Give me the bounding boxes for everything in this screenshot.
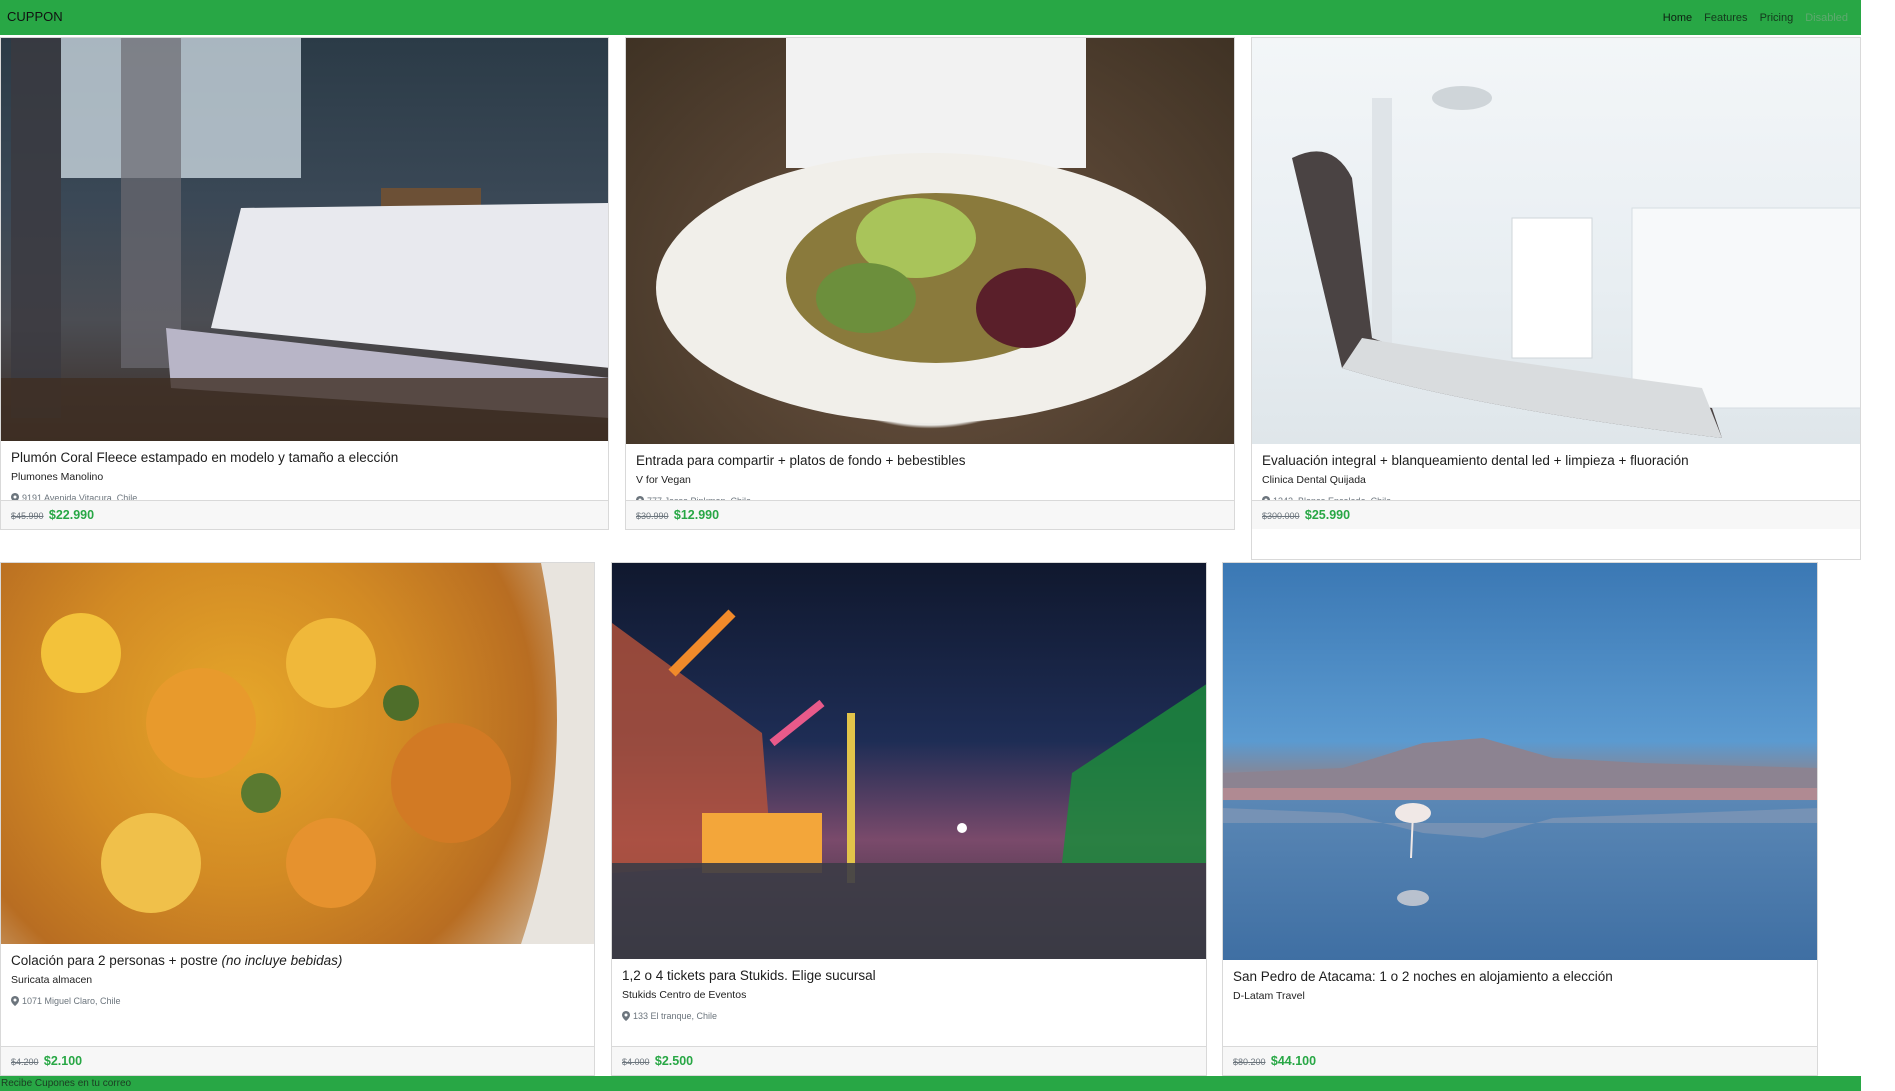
deal-card[interactable]: Evaluación integral + blanqueamiento den…: [1251, 37, 1861, 560]
address: 133 El tranque, Chile: [622, 1011, 1196, 1021]
brand-logo[interactable]: CUPPON: [7, 9, 63, 24]
dental-chair-photo: [1292, 86, 1860, 438]
navbar: CUPPON Home Features Pricing Disabled: [0, 0, 1861, 35]
address-text: 1071 Miguel Claro, Chile: [22, 996, 121, 1006]
card-footer: $4.000 $2.500: [612, 1046, 1206, 1075]
card-body: Entrada para compartir + platos de fondo…: [636, 453, 1224, 506]
deal-image[interactable]: [1223, 563, 1817, 960]
card-footer: $45.990 $22.990: [1, 500, 608, 529]
deal-title[interactable]: San Pedro de Atacama: 1 o 2 noches en al…: [1233, 969, 1807, 985]
nav-home[interactable]: Home: [1663, 12, 1692, 24]
deal-card[interactable]: Entrada para compartir + platos de fondo…: [625, 37, 1235, 530]
new-price: $2.100: [43, 1054, 83, 1068]
new-price: $22.990: [48, 508, 95, 522]
card-body: Evaluación integral + blanqueamiento den…: [1262, 453, 1850, 506]
merchant-name: Plumones Manolino: [11, 471, 104, 483]
old-price: $4.200: [11, 1057, 39, 1067]
card-footer: $30.990 $12.990: [626, 500, 1234, 529]
atacama-flamingo-photo: [1223, 738, 1817, 906]
merchant-name: Stukids Centro de Eventos: [622, 989, 747, 1001]
card-body: San Pedro de Atacama: 1 o 2 noches en al…: [1233, 969, 1807, 1002]
deal-title[interactable]: Evaluación integral + blanqueamiento den…: [1262, 453, 1850, 469]
old-price: $30.990: [636, 511, 669, 521]
new-price: $25.990: [1304, 508, 1351, 522]
nav-disabled: Disabled: [1805, 12, 1848, 24]
deal-card[interactable]: Plumón Coral Fleece estampado en modelo …: [0, 37, 609, 530]
card-body: Colación para 2 personas + postre (no in…: [11, 953, 584, 1006]
bedroom-photo: [1, 38, 608, 441]
new-price: $2.500: [654, 1054, 694, 1068]
card-footer: $80.200 $44.100: [1223, 1046, 1817, 1075]
deal-title[interactable]: 1,2 o 4 tickets para Stukids. Elige sucu…: [622, 968, 1196, 984]
deal-card[interactable]: Colación para 2 personas + postre (no in…: [0, 562, 595, 1076]
deal-title[interactable]: Entrada para compartir + platos de fondo…: [636, 453, 1224, 469]
deal-title-note: (no incluye bebidas): [221, 953, 343, 968]
map-pin-icon: [622, 1011, 630, 1021]
old-price: $80.200: [1233, 1057, 1266, 1067]
deal-image[interactable]: [1, 563, 594, 944]
merchant-name: Suricata almacen: [11, 974, 93, 986]
deal-card[interactable]: 1,2 o 4 tickets para Stukids. Elige sucu…: [611, 562, 1207, 1076]
deal-card[interactable]: San Pedro de Atacama: 1 o 2 noches en al…: [1222, 562, 1818, 1076]
merchant-name: V for Vegan: [636, 474, 691, 486]
old-price: $4.000: [622, 1057, 650, 1067]
deal-title-text: Colación para 2 personas + postre: [11, 953, 218, 968]
map-pin-icon: [11, 996, 19, 1006]
address: 1071 Miguel Claro, Chile: [11, 996, 584, 1006]
food-plate-photo: [656, 38, 1206, 423]
merchant-name: D-Latam Travel: [1233, 990, 1305, 1002]
new-price: $44.100: [1270, 1054, 1317, 1068]
old-price: $45.990: [11, 511, 44, 521]
nav-links: Home Features Pricing Disabled: [1663, 12, 1848, 24]
deal-title[interactable]: Plumón Coral Fleece estampado en modelo …: [11, 450, 598, 466]
card-body: Plumón Coral Fleece estampado en modelo …: [11, 450, 598, 503]
address-text: 133 El tranque, Chile: [633, 1011, 718, 1021]
deal-image[interactable]: [612, 563, 1206, 959]
deal-image[interactable]: [626, 38, 1234, 444]
merchant-name: Clinica Dental Quijada: [1262, 474, 1366, 486]
old-price: $300.000: [1262, 511, 1300, 521]
nav-pricing[interactable]: Pricing: [1760, 12, 1794, 24]
fair-night-photo: [612, 609, 1206, 959]
card-footer: $300.000 $25.990: [1252, 500, 1860, 529]
card-footer: $4.200 $2.100: [1, 1046, 594, 1075]
newsletter-link[interactable]: Recibe Cupones en tu correo: [1, 1078, 131, 1089]
food-bowl-photo: [41, 563, 594, 944]
deal-image[interactable]: [1252, 38, 1860, 444]
deal-title[interactable]: Colación para 2 personas + postre (no in…: [11, 953, 584, 969]
nav-features[interactable]: Features: [1704, 12, 1747, 24]
card-body: 1,2 o 4 tickets para Stukids. Elige sucu…: [622, 968, 1196, 1021]
deal-image[interactable]: [1, 38, 608, 441]
new-price: $12.990: [673, 508, 720, 522]
footer-bar: Recibe Cupones en tu correo: [0, 1076, 1861, 1091]
